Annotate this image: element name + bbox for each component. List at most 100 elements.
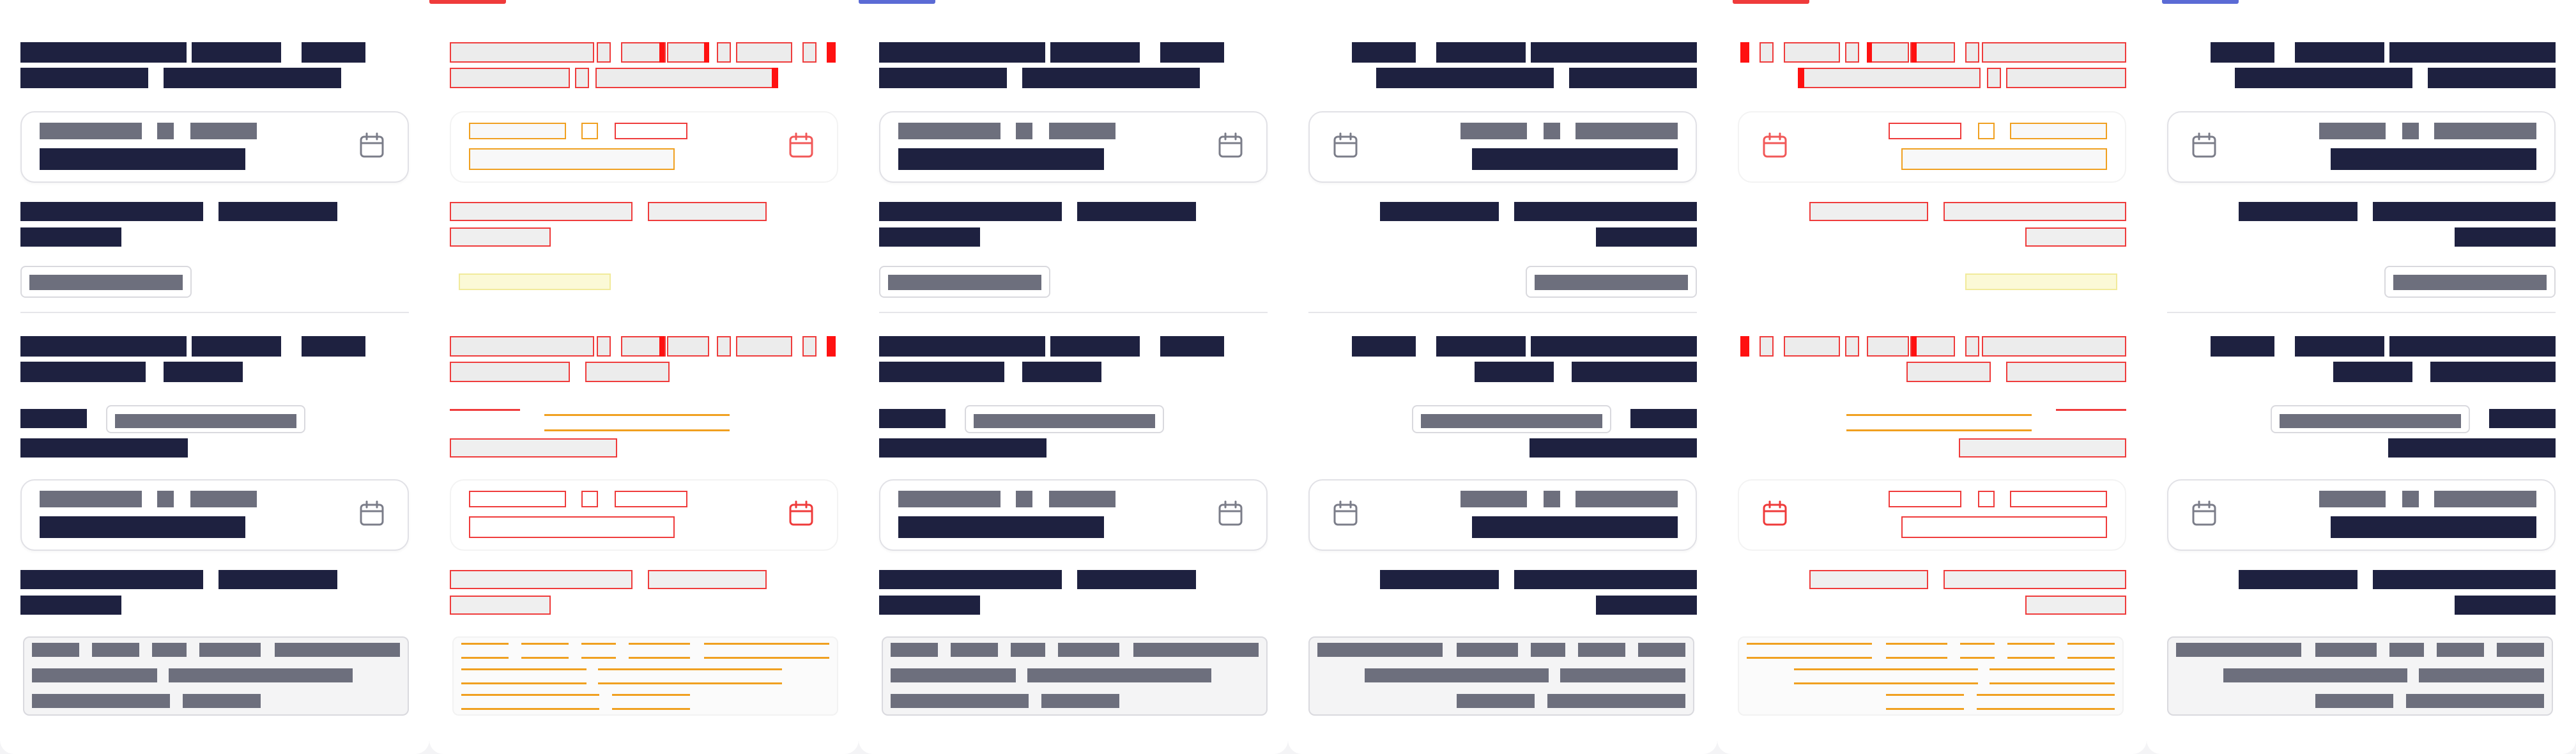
date-field-2-value [1472, 516, 1678, 538]
title-line-2-word-1 [2428, 68, 2556, 88]
overlay-note-line-top-6 [1794, 668, 1978, 672]
date-field-label-2 [2319, 123, 2386, 139]
note-line-1-w5 [275, 643, 400, 657]
calendar-icon[interactable] [358, 132, 386, 160]
overlay-note-line-bottom-7 [461, 708, 599, 711]
overlay-inline-chip-bottom [544, 429, 730, 433]
section-divider [2167, 312, 2556, 313]
overlay-note-line-bottom-0 [2067, 657, 2115, 660]
overlay-helper-3 [450, 227, 551, 247]
inline-caption [1529, 438, 1697, 458]
note-line-2-w1 [32, 668, 157, 682]
title2-line-2-word-2 [1022, 362, 1101, 382]
panel-accent-bar [1733, 0, 1809, 4]
calendar-icon[interactable] [2190, 132, 2218, 160]
overlay-inline-label [450, 409, 520, 412]
note-line-1-w3 [1011, 643, 1045, 657]
helper-text-2 [1380, 202, 1499, 221]
title2-line-1-word-2 [2295, 336, 2384, 357]
calendar-icon[interactable] [1216, 132, 1245, 160]
helper2-text-3 [2455, 596, 2556, 615]
date-field-card[interactable] [20, 111, 409, 183]
date-field-2-label-2 [1460, 491, 1527, 507]
date-field-value [1472, 148, 1678, 170]
panel-accent-bar [0, 0, 77, 4]
title2-line-1-word-3 [302, 336, 365, 357]
overlay-title2-box-5 [736, 336, 792, 357]
helper2-text-1 [2373, 570, 2556, 589]
overlay-title-box-1 [1965, 42, 1979, 63]
date-field-card-2[interactable] [879, 479, 1268, 551]
note-line-2-w1 [1560, 668, 1685, 682]
date-field-card-2[interactable] [2167, 479, 2556, 551]
title-line-1-word-2 [1436, 42, 1526, 63]
screen [0, 0, 2576, 754]
note-line-1-w5 [1317, 643, 1443, 657]
calendar-icon[interactable] [1331, 500, 1360, 528]
title-line-1-word-1 [2389, 42, 2556, 63]
calendar-icon[interactable] [358, 500, 386, 528]
calendar-icon[interactable] [787, 500, 815, 528]
helper2-text-3 [20, 596, 121, 615]
date-field-card[interactable] [879, 111, 1268, 183]
inline-chip-text [1421, 414, 1602, 428]
overlay-date2-label-2 [615, 491, 687, 507]
overlay-helper2-2 [1809, 570, 1928, 589]
calendar-icon[interactable] [1761, 132, 1789, 160]
calendar-icon[interactable] [1331, 132, 1360, 160]
title-line-2-word-2 [1376, 68, 1554, 88]
helper2-text-2 [1077, 570, 1196, 589]
helper-text-1 [20, 202, 203, 221]
overlay-title-line-2-a [2006, 68, 2126, 88]
note-line-3-w2 [1457, 694, 1535, 708]
title-line-1-word-2 [1050, 42, 1140, 63]
overlay-note-line-bottom-2 [1960, 657, 1995, 660]
date-field-card-2[interactable] [1308, 479, 1697, 551]
title2-line-2-word-1 [1572, 362, 1697, 382]
overlay-note-line-top-7 [461, 694, 599, 697]
overlay-date-card [1738, 111, 2126, 183]
note-line-1-w5 [1133, 643, 1259, 657]
overlay-title-box-4 [1845, 42, 1859, 63]
overlay-note-line-top-0 [461, 643, 509, 646]
date-field-2-label-sep [1016, 491, 1032, 507]
overlay-note-line-top-5 [1989, 668, 2115, 672]
overlay-note-line-bottom-3 [629, 657, 690, 660]
helper2-text-3 [1596, 596, 1697, 615]
title2-line-2-word-1 [2430, 362, 2556, 382]
calendar-icon[interactable] [2190, 500, 2218, 528]
title-line-2-word-1 [879, 68, 1007, 88]
title-line-2-word-2 [164, 68, 341, 88]
calendar-icon[interactable] [1761, 500, 1789, 528]
date-field-2-label-1 [1575, 491, 1678, 507]
note-line-3-w1 [32, 694, 170, 708]
panel-ltr-focused [859, 0, 1288, 754]
overlay-date-card-2 [1738, 479, 2126, 551]
overlay-title-box-0 [1982, 42, 2126, 63]
overlay-helper-2 [1809, 202, 1928, 221]
helper2-text-3 [879, 596, 980, 615]
overlay-date2-label-1 [2010, 491, 2107, 507]
overlay-note-line-top-5 [461, 668, 586, 672]
overlay-note-line-top-1 [2007, 643, 2055, 646]
calendar-icon[interactable] [1216, 500, 1245, 528]
note-line-3-w2 [1041, 694, 1119, 708]
inline-caption [2388, 438, 2556, 458]
title2-line-1-word-3 [1160, 336, 1224, 357]
date-field-card[interactable] [1308, 111, 1697, 183]
date-field-card-2[interactable] [20, 479, 409, 551]
overlay-note-line-bottom-7 [1977, 708, 2115, 711]
note-line-1-w4 [2315, 643, 2377, 657]
overlay-note-line-bottom-4 [704, 657, 829, 660]
overlay-note-line-bottom-0 [461, 657, 509, 660]
date-field-card[interactable] [2167, 111, 2556, 183]
title2-line-1-word-3 [2211, 336, 2274, 357]
overlay-note-line-bottom-3 [1886, 657, 1947, 660]
overlay-note-line-top-6 [598, 668, 782, 672]
panel-accent-bar [2162, 0, 2239, 4]
overlay-title2-box-0 [450, 336, 594, 357]
date-field-label-sep [1544, 123, 1560, 139]
date-field-2-label-sep [1544, 491, 1560, 507]
overlay-date-value [1901, 148, 2107, 170]
calendar-icon[interactable] [787, 132, 815, 160]
